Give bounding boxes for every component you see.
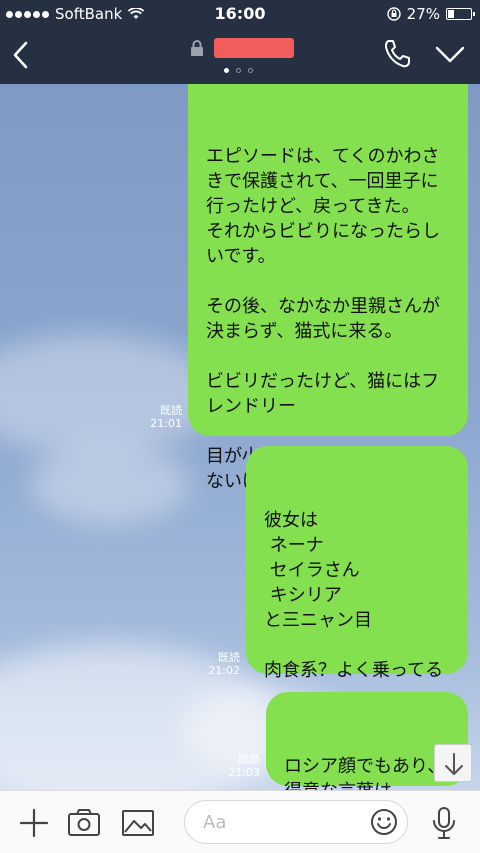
message-time: 21:01: [150, 417, 182, 430]
message-text: ロシア顔でもあり、 得意な言葉は おそロシア: [284, 756, 446, 790]
message-meta: 既読 21:01: [138, 404, 182, 430]
orientation-lock-icon: [386, 7, 401, 21]
page-indicator: [224, 68, 253, 73]
input-placeholder: Aa: [203, 812, 227, 833]
read-receipt: 既読: [238, 753, 260, 766]
lock-icon: [191, 40, 203, 56]
battery-info: 27%: [386, 5, 475, 23]
page-dot: [224, 68, 229, 73]
message-text: エピソードは、てくのかわさ きで保護されて、一回里子に 行ったけど、戻ってきた。…: [206, 146, 440, 492]
message-meta: 既読 21:03: [216, 753, 260, 779]
message-bubble[interactable]: エピソードは、てくのかわさ きで保護されて、一回里子に 行ったけど、戻ってきた。…: [188, 84, 468, 492]
battery-icon: [446, 8, 475, 20]
message-time: 21:02: [208, 664, 240, 677]
page-dot: [236, 68, 241, 73]
read-receipt: 既読: [160, 404, 182, 417]
plus-icon[interactable]: [16, 805, 52, 841]
status-bar: SoftBank 16:00 27%: [0, 0, 480, 28]
chevron-left-icon[interactable]: [6, 37, 42, 73]
camera-icon[interactable]: [66, 805, 102, 841]
page-dot: [248, 68, 253, 73]
background-cloud: [0, 334, 220, 454]
background-cloud: [30, 444, 190, 524]
message-input-bar: Aa: [0, 790, 480, 853]
read-receipt: 既読: [218, 651, 240, 664]
scroll-to-bottom-button[interactable]: [434, 744, 472, 782]
redacted-contact-name: [214, 38, 294, 58]
emoji-icon[interactable]: [369, 807, 399, 837]
chat-timeline[interactable]: エピソードは、てくのかわさ きで保護されて、一回里子に 行ったけど、戻ってきた。…: [0, 84, 480, 790]
chevron-down-icon[interactable]: [434, 40, 466, 68]
arrow-down-icon: [445, 753, 463, 775]
chat-header: [0, 28, 480, 84]
microphone-icon[interactable]: [426, 805, 462, 841]
message-meta: 既読 21:02: [196, 651, 240, 677]
chat-title[interactable]: [190, 38, 294, 58]
message-input[interactable]: Aa: [184, 800, 408, 844]
message-time: 21:03: [228, 766, 260, 779]
phone-icon[interactable]: [382, 38, 412, 70]
image-icon[interactable]: [120, 805, 156, 841]
message-bubble[interactable]: 彼女は ネーナ セイラさん キシリア と三ニャン目 肉食系？よく乗ってる メンフ…: [246, 446, 468, 731]
battery-percent: 27%: [406, 5, 440, 23]
